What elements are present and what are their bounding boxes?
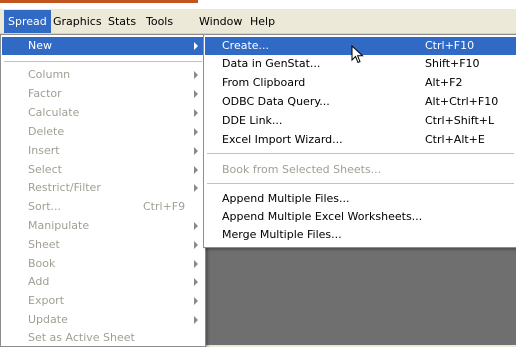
menu-item-label: Excel Import Wizard... — [222, 133, 343, 146]
menu-item-shortcut: Ctrl+Alt+E — [425, 133, 485, 146]
chevron-right-icon — [194, 278, 198, 286]
menu-item-book[interactable]: Book — [2, 255, 204, 273]
menu-separator — [4, 61, 202, 62]
menu-item-label: Data in GenStat... — [222, 57, 321, 70]
menu-item-label: Restrict/Filter — [28, 181, 101, 194]
chevron-right-icon — [194, 260, 198, 268]
menu-item-set-as-active-sheet[interactable]: Set as Active Sheet — [2, 329, 204, 347]
submenu-item-odbc-data-query[interactable]: ODBC Data Query... Alt+Ctrl+F10 — [205, 93, 516, 111]
submenu-item-append-multiple-excel-worksheets[interactable]: Append Multiple Excel Worksheets... — [205, 208, 516, 226]
chevron-right-icon — [194, 184, 198, 192]
menu-bar: Spread Graphics Stats Tools Window Help — [0, 10, 516, 34]
menu-item-add[interactable]: Add — [2, 273, 204, 291]
menu-item-label: Sheet — [28, 238, 60, 251]
chevron-right-icon — [194, 42, 198, 50]
menu-item-label: Column — [28, 68, 71, 81]
menu-item-new[interactable]: New — [2, 37, 204, 55]
menu-item-delete[interactable]: Delete — [2, 123, 204, 141]
menu-item-shortcut: Shift+F10 — [425, 57, 480, 70]
menu-item-restrict-filter[interactable]: Restrict/Filter — [2, 179, 204, 197]
menu-item-label: Calculate — [28, 106, 80, 119]
menu-item-column[interactable]: Column — [2, 66, 204, 84]
submenu-item-excel-import-wizard[interactable]: Excel Import Wizard... Ctrl+Alt+E — [205, 131, 516, 149]
submenu-item-book-from-selected-sheets[interactable]: Book from Selected Sheets... — [205, 161, 516, 179]
chevron-right-icon — [194, 166, 198, 174]
menu-separator — [207, 183, 514, 184]
menu-item-shortcut: Ctrl+Shift+L — [425, 114, 495, 127]
title-accent-bar — [0, 0, 198, 3]
menu-item-label: Merge Multiple Files... — [222, 228, 342, 241]
menu-item-export[interactable]: Export — [2, 292, 204, 310]
menu-item-label: Create... — [222, 39, 270, 52]
menu-item-label: Export — [28, 294, 65, 307]
menu-item-label: ODBC Data Query... — [222, 95, 330, 108]
chevron-right-icon — [194, 241, 198, 249]
menu-item-label: Book — [28, 257, 56, 270]
submenu-item-dde-link[interactable]: DDE Link... Ctrl+Shift+L — [205, 112, 516, 130]
menu-tools[interactable]: Tools — [142, 10, 177, 33]
submenu-item-from-clipboard[interactable]: From Clipboard Alt+F2 — [205, 74, 516, 92]
menu-item-manipulate[interactable]: Manipulate — [2, 217, 204, 235]
menu-item-label: Insert — [28, 144, 60, 157]
menu-item-label: Update — [28, 313, 68, 326]
menu-item-label: Factor — [28, 87, 62, 100]
chevron-right-icon — [194, 90, 198, 98]
menu-item-shortcut: Ctrl+F9 — [143, 200, 186, 213]
menu-separator — [207, 153, 514, 154]
menu-item-label: New — [28, 39, 52, 52]
menu-item-update[interactable]: Update — [2, 311, 204, 329]
menu-item-label: Manipulate — [28, 219, 90, 232]
spread-menu: New Column Factor Calculate Delete Inser… — [0, 34, 206, 347]
menu-item-label: Add — [28, 275, 50, 288]
menu-item-sheet[interactable]: Sheet — [2, 236, 204, 254]
menu-item-label: Append Multiple Excel Worksheets... — [222, 210, 423, 223]
submenu-item-merge-multiple-files[interactable]: Merge Multiple Files... — [205, 226, 516, 244]
menu-item-sort[interactable]: Sort... Ctrl+F9 — [2, 198, 204, 216]
chevron-right-icon — [194, 71, 198, 79]
menu-item-label: DDE Link... — [222, 114, 283, 127]
chevron-right-icon — [194, 128, 198, 136]
menu-item-label: Append Multiple Files... — [222, 192, 350, 205]
new-submenu: Create... Ctrl+F10 Data in GenStat... Sh… — [203, 34, 516, 248]
window-title-strip — [0, 0, 516, 9]
chevron-right-icon — [194, 109, 198, 117]
menu-item-calculate[interactable]: Calculate — [2, 104, 204, 122]
menu-item-factor[interactable]: Factor — [2, 85, 204, 103]
menu-item-label: Sort... — [28, 200, 62, 213]
chevron-right-icon — [194, 297, 198, 305]
menu-help[interactable]: Help — [246, 10, 279, 33]
menu-item-label: Book from Selected Sheets... — [222, 163, 382, 176]
menu-spread[interactable]: Spread — [4, 10, 51, 33]
menu-item-label: Delete — [28, 125, 65, 138]
menu-item-insert[interactable]: Insert — [2, 142, 204, 160]
chevron-right-icon — [194, 222, 198, 230]
menu-item-shortcut: Ctrl+F10 — [425, 39, 475, 52]
chevron-right-icon — [194, 147, 198, 155]
menu-stats[interactable]: Stats — [104, 10, 140, 33]
menu-item-select[interactable]: Select — [2, 161, 204, 179]
menu-item-shortcut: Alt+F2 — [425, 76, 463, 89]
menu-item-label: Set as Active Sheet — [28, 331, 135, 344]
menu-window[interactable]: Window — [195, 10, 246, 33]
workspace-background — [202, 248, 516, 345]
chevron-right-icon — [194, 316, 198, 324]
mouse-pointer-icon — [351, 45, 364, 64]
menu-item-shortcut: Alt+Ctrl+F10 — [425, 95, 499, 108]
menu-graphics[interactable]: Graphics — [49, 10, 106, 33]
submenu-item-append-multiple-files[interactable]: Append Multiple Files... — [205, 190, 516, 208]
menu-item-label: From Clipboard — [222, 76, 306, 89]
menu-item-label: Select — [28, 163, 62, 176]
